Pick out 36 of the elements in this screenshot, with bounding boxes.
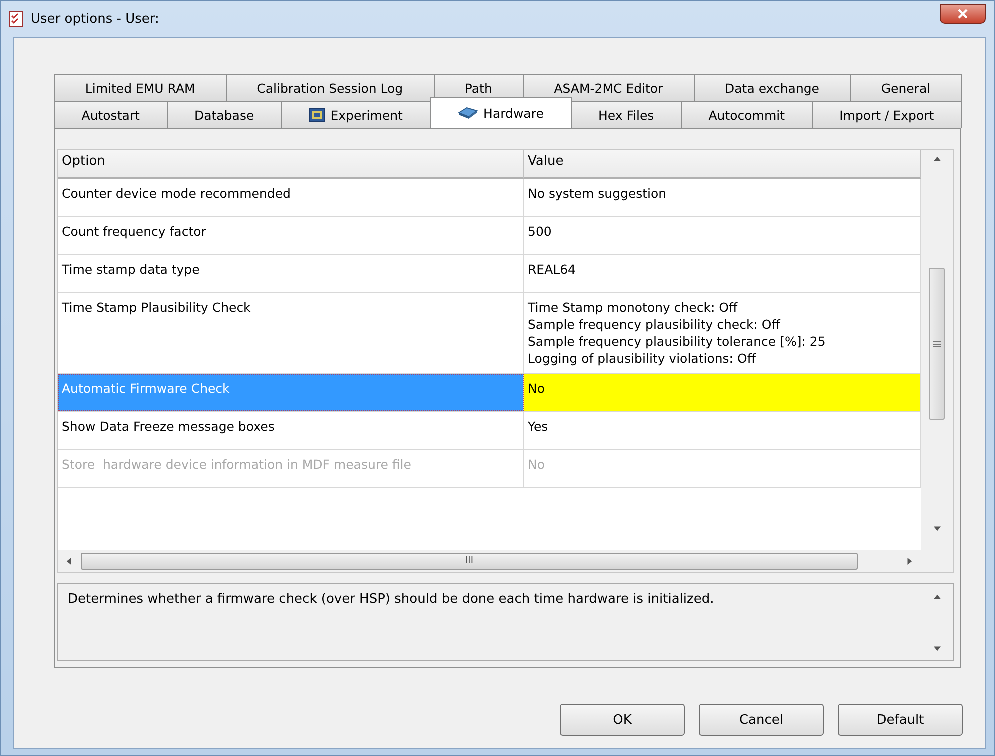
checklist-icon [9,11,23,27]
scroll-down-arrow-icon[interactable] [934,525,940,532]
scroll-up-arrow-icon[interactable] [934,156,940,163]
tab[interactable]: Hardware [430,97,572,128]
dialog-button[interactable]: Default [838,704,963,736]
grip-icon [933,340,941,348]
tab[interactable]: General [850,74,962,101]
scroll-down-arrow-icon[interactable] [934,645,940,652]
tab[interactable]: Autocommit [680,101,813,128]
horizontal-scrollbar[interactable]: III [58,550,921,572]
scroll-thumb[interactable]: III [81,552,858,570]
tab[interactable]: Experiment [280,101,431,128]
scroll-thumb[interactable] [929,268,945,420]
tab[interactable]: Hex Files [570,101,682,128]
vertical-scrollbar[interactable] [921,150,953,572]
scroll-left-arrow-icon[interactable] [66,558,73,564]
tab[interactable]: Limited EMU RAM [54,74,227,101]
description-text: Determines whether a firmware check (over HSP) should be done each time hardware is initialized. [67,591,716,609]
tab[interactable]: Data exchange [694,74,851,101]
scroll-right-arrow-icon[interactable] [906,558,913,564]
dialog-button[interactable]: OK [560,704,685,736]
value-cell[interactable]: No [524,374,921,411]
tab[interactable]: Calibration Session Log [226,74,435,101]
tab[interactable]: ASAM-2MC Editor [522,74,695,101]
close-button[interactable] [940,4,986,24]
monitor-icon [308,108,325,122]
chip-icon [458,106,478,120]
tab[interactable]: Autostart [54,101,168,128]
dialog-button[interactable]: Cancel [699,704,824,736]
column-header[interactable]: Value [524,150,921,179]
scroll-up-arrow-icon[interactable] [934,594,940,601]
window-title: User options - User: [31,12,160,26]
tab[interactable]: Import / Export [812,101,962,128]
close-icon [958,9,968,19]
column-header[interactable]: Option [58,150,524,179]
tab[interactable]: Database [166,101,282,128]
